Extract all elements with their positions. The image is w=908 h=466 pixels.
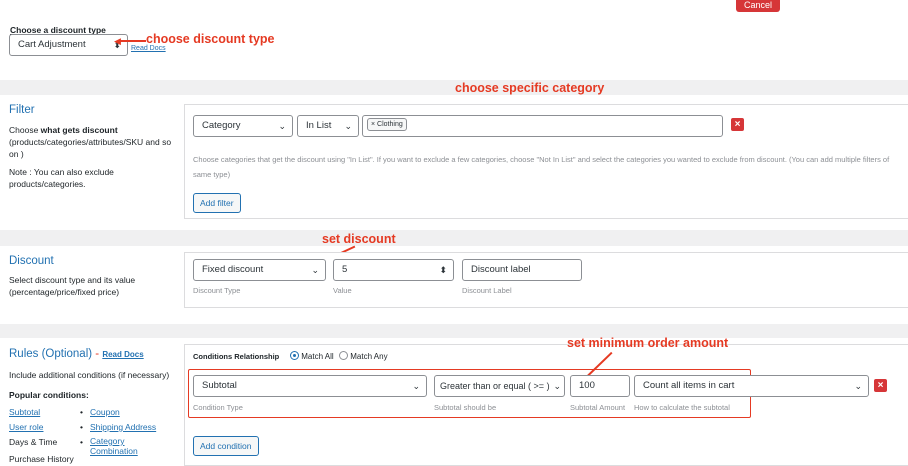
discount-label-input[interactable]: Discount label: [462, 259, 582, 281]
popular-link-category-combination[interactable]: Category Combination: [90, 436, 150, 456]
popular-purchase-history: Purchase History: [9, 454, 74, 464]
filter-method-select[interactable]: In List ⌄: [297, 115, 359, 137]
annotation-choose-category: choose specific category: [455, 81, 605, 95]
rules-title: Rules (Optional) - Read Docs: [9, 348, 144, 360]
subtotal-amount-input[interactable]: 100: [570, 375, 630, 397]
discount-value-caption: Value: [333, 286, 352, 295]
bullet: •: [80, 422, 83, 432]
discount-label-placeholder: Discount label: [471, 264, 531, 275]
chevron-down-icon: ⌄: [553, 381, 561, 391]
condition-type-value: Subtotal: [202, 380, 237, 391]
tag-remove-icon[interactable]: ×: [371, 121, 375, 128]
annotation-set-discount: set discount: [322, 232, 396, 246]
popular-link-user-role[interactable]: User role: [9, 421, 43, 433]
filter-method-value: In List: [306, 120, 332, 131]
chevron-down-icon: ⌄: [311, 265, 319, 275]
discount-label-caption: Discount Label: [462, 286, 512, 295]
discount-type-value: Fixed discount: [202, 264, 264, 275]
annotation-choose-discount-type: choose discount type: [146, 32, 275, 46]
subtotal-calc-caption: How to calculate the subtotal: [634, 403, 730, 412]
add-filter-button[interactable]: Add filter: [193, 193, 241, 213]
cancel-button[interactable]: Cancel: [736, 0, 780, 12]
chevron-down-icon: ⌄: [412, 381, 420, 391]
subtotal-calc-value: Count all items in cart: [643, 380, 735, 391]
filter-help-text: Choose categories that get the discount …: [193, 155, 890, 179]
match-any-label: Match Any: [350, 352, 388, 361]
filter-description: Choose what gets discount (products/categ…: [9, 125, 172, 159]
discount-description: Select discount type and its value (perc…: [9, 275, 136, 297]
remove-condition-icon[interactable]: ×: [874, 379, 887, 392]
filter-note: Note : You can also exclude products/cat…: [9, 167, 114, 189]
discount-type-caption: Discount Type: [193, 286, 241, 295]
condition-type-select[interactable]: Subtotal ⌄: [193, 375, 427, 397]
discount-type-select[interactable]: Cart Adjustment ⬍: [9, 34, 128, 56]
filter-values-input[interactable]: × Clothing: [362, 115, 723, 137]
annotation-set-min-order: set minimum order amount: [567, 336, 729, 350]
rules-read-docs-link[interactable]: Read Docs: [102, 350, 143, 359]
filter-title: Filter: [9, 104, 35, 116]
chevron-down-icon: ⌄: [344, 121, 352, 131]
popular-link-shipping-address[interactable]: Shipping Address: [90, 421, 156, 433]
discount-value-input[interactable]: 5 ⬍: [333, 259, 454, 281]
popular-link-coupon[interactable]: Coupon: [90, 406, 120, 418]
subtotal-amount-caption: Subtotal Amount: [570, 403, 626, 412]
popular-days-time: Days & Time: [9, 437, 58, 447]
match-any-radio[interactable]: Match Any: [339, 351, 388, 361]
discount-title: Discount: [9, 255, 54, 267]
radio-icon[interactable]: [339, 351, 348, 360]
chevron-down-icon: ⌄: [278, 121, 286, 131]
filter-tag-label: Clothing: [377, 120, 403, 128]
match-all-label: Match All: [301, 352, 334, 361]
conditions-relationship-label: Conditions Relationship: [193, 352, 280, 361]
bullet: •: [80, 407, 83, 417]
subtotal-amount-value: 100: [579, 380, 595, 391]
condition-operator-value: Greater than or equal ( >= ): [440, 381, 550, 391]
add-condition-button[interactable]: Add condition: [193, 436, 259, 456]
filter-tag[interactable]: × Clothing: [367, 117, 407, 131]
condition-operator-select[interactable]: Greater than or equal ( >= ) ⌄: [434, 375, 565, 397]
rules-description: Include additional conditions (if necess…: [9, 370, 170, 380]
discount-type-value: Cart Adjustment: [18, 39, 86, 50]
read-docs-link[interactable]: Read Docs: [131, 45, 166, 52]
discount-type-select[interactable]: Fixed discount ⌄: [193, 259, 326, 281]
annotation-arrow-line: [118, 40, 146, 42]
filter-type-value: Category: [202, 120, 241, 131]
discount-value: 5: [342, 264, 348, 275]
match-all-radio[interactable]: Match All: [290, 351, 334, 361]
subtotal-calc-select[interactable]: Count all items in cart ⌄: [634, 375, 869, 397]
condition-operator-caption: Subtotal should be: [434, 403, 497, 412]
radio-selected-icon[interactable]: [290, 351, 299, 360]
condition-type-caption: Condition Type: [193, 403, 243, 412]
popular-link-subtotal[interactable]: Subtotal: [9, 406, 40, 418]
annotation-arrowhead-icon: ◀: [114, 36, 121, 46]
popular-conditions-label: Popular conditions:: [9, 390, 89, 400]
bullet: •: [80, 437, 83, 447]
chevron-down-icon: ⌄: [854, 381, 862, 391]
remove-filter-icon[interactable]: ×: [731, 118, 744, 131]
stepper-icon[interactable]: ⬍: [439, 260, 447, 280]
filter-type-select[interactable]: Category ⌄: [193, 115, 293, 137]
